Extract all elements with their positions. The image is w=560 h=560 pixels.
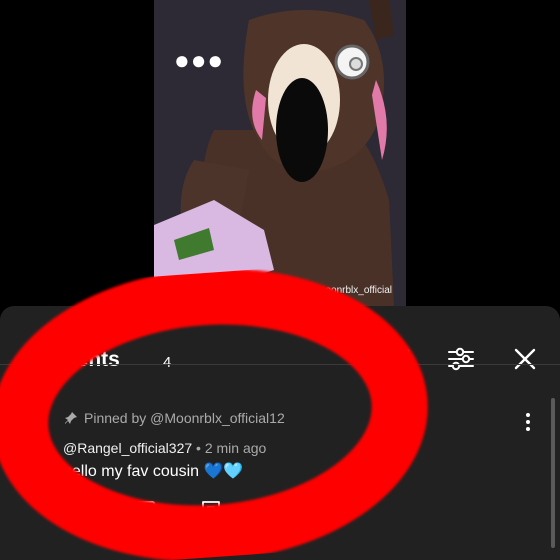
comment-actions: 1 [60,497,300,523]
creator-heart-badge [263,497,285,523]
creator-avatar-icon [265,501,283,519]
dislike-button[interactable] [135,497,157,523]
reply-button[interactable] [200,497,222,523]
comments-scrollbar[interactable] [551,398,555,548]
vertical-dots-icon[interactable] [520,410,536,434]
sliders-icon[interactable] [448,346,474,372]
meta-separator: • [196,440,201,456]
thumbs-up-icon [63,502,80,519]
ellipsis-icon[interactable]: ●●● [174,47,224,73]
comment-author[interactable]: @Rangel_official327 [63,440,192,456]
like-button[interactable]: 1 [60,497,97,523]
pin-icon [65,412,77,424]
comments-header: ments 4 [0,306,560,372]
gear-icon[interactable] [387,346,413,372]
comment-text: hello my fav cousin 💙🩵 [63,463,244,480]
video-player[interactable]: ●●● @moonrblx_official [154,0,406,306]
avatar[interactable] [16,408,46,438]
comments-title: ments [58,348,120,371]
close-icon[interactable] [512,346,538,372]
comments-panel: ments 4 Pinned by @Moonrblx_official12 @… [0,306,560,560]
comment-time: 2 min ago [204,440,267,456]
avatar-image [16,408,46,438]
pinned-text: Pinned by @Moonrblx_official12 [84,410,285,426]
like-count: 1 [90,502,98,518]
comments-count: 4 [163,354,172,371]
comment-meta: @Rangel_official327 • 2 min ago [63,440,266,456]
reply-icon [202,501,220,519]
thumbs-down-icon [137,501,156,520]
pinned-label: Pinned by @Moonrblx_official12 [64,410,285,426]
video-watermark: @moonrblx_official [306,285,392,296]
header-divider [0,364,560,365]
